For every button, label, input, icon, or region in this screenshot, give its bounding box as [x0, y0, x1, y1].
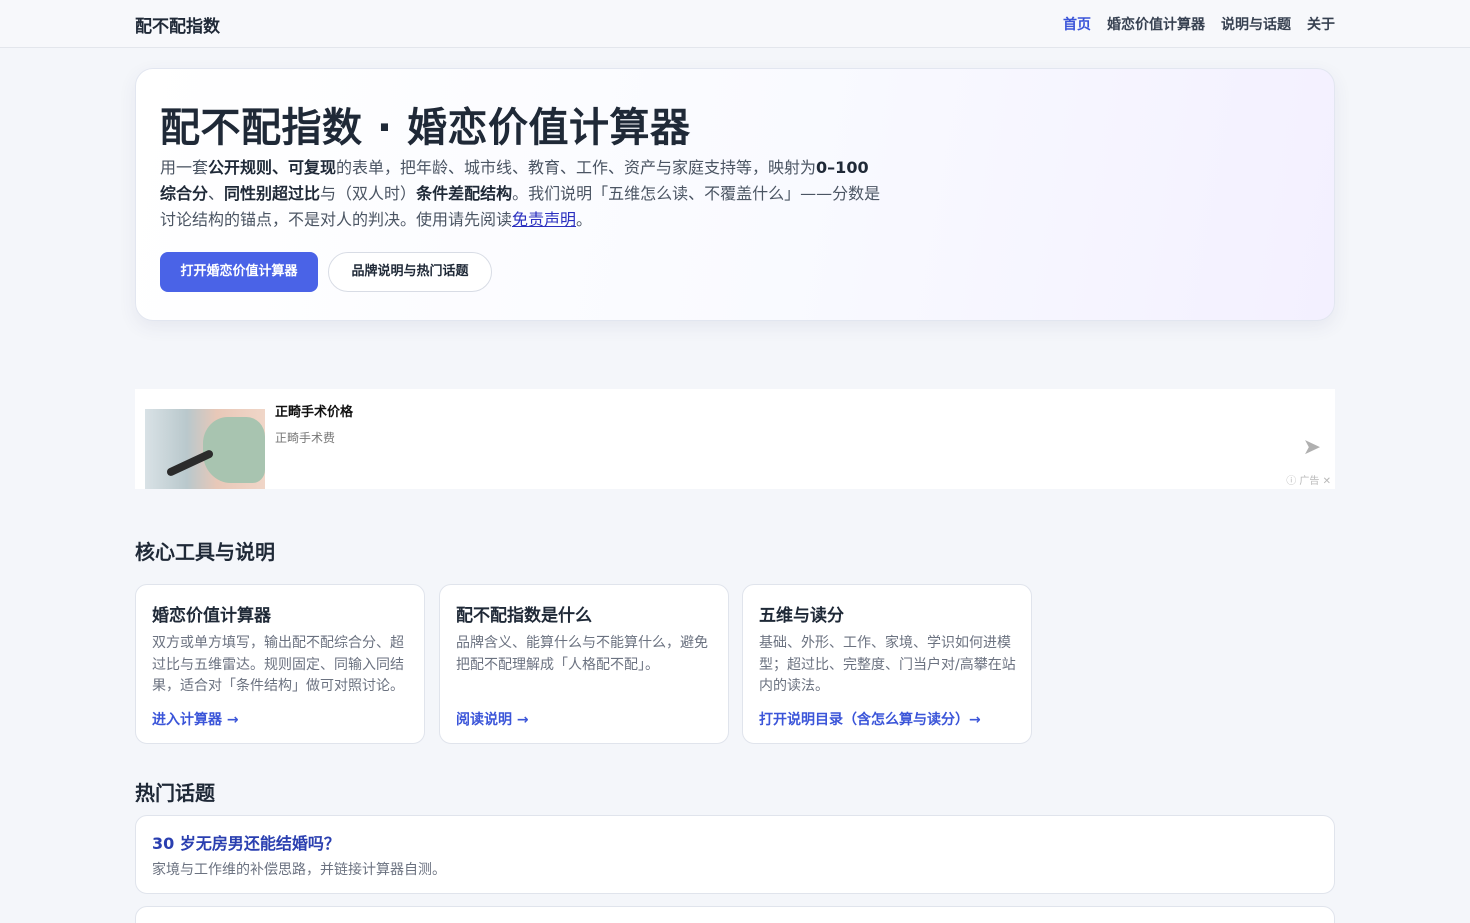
read-docs-link[interactable]: 阅读说明 → [456, 709, 529, 729]
ad-image-glove [203, 417, 265, 483]
disclaimer-link[interactable]: 免责声明 [512, 210, 576, 229]
ad-subtitle: 正畸手术费 [275, 431, 336, 445]
card-description: 双方或单方填写，输出配不配综合分、超过比与五维雷达。规则固定、同输入同结果，适合… [152, 635, 404, 694]
nav-home[interactable]: 首页 [1063, 14, 1091, 34]
ad-label: ⓘ 广告 ✕ [1286, 472, 1331, 487]
card-description: 基础、外形、工作、家境、学识如何进模型；超过比、完整度、门当户对/高攀在站内的读… [759, 635, 1016, 694]
enter-calculator-link[interactable]: 进入计算器 → [152, 709, 239, 729]
card-title: 五维与读分 [759, 606, 844, 626]
card-title: 配不配指数是什么 [456, 606, 592, 626]
nav-docs-topics[interactable]: 说明与话题 [1221, 14, 1291, 34]
ad-close-icon[interactable]: ✕ [1323, 476, 1331, 487]
topic-description: 家境与工作维的补偿思路，并链接计算器自测。 [152, 862, 446, 878]
nav-about[interactable]: 关于 [1307, 14, 1335, 34]
hero-desc-text-3: 、 [208, 184, 225, 203]
page-title: 配不配指数 · 婚恋价值计算器 [160, 105, 691, 151]
topics-section-title: 热门话题 [135, 781, 215, 805]
ad-title[interactable]: 正畸手术价格 [275, 401, 353, 420]
ad-banner[interactable]: 正畸手术价格 正畸手术费 ➤ ⓘ 广告 ✕ [135, 389, 1335, 489]
topic-title[interactable]: 30 岁无房男还能结婚吗？ [152, 830, 340, 854]
hero-desc-bold-3: 同性别超过比 [224, 184, 321, 203]
card-description: 品牌含义、能算什么与不能算什么，避免把配不配理解成「人格配不配」。 [456, 635, 708, 673]
card-about-index[interactable]: 配不配指数是什么 品牌含义、能算什么与不能算什么，避免把配不配理解成「人格配不配… [439, 584, 729, 744]
brand-logo[interactable]: 配不配指数 [135, 12, 220, 37]
hero-desc-text-4: 与（双人时） [320, 184, 417, 203]
nav-calculator[interactable]: 婚恋价值计算器 [1107, 14, 1205, 34]
topic-item[interactable]: 30 岁无房男还能结婚吗？ 家境与工作维的补偿思路，并链接计算器自测。 [135, 815, 1335, 894]
hero-desc-text-6: 。 [576, 210, 593, 229]
core-section-title: 核心工具与说明 [135, 540, 275, 564]
card-calculator[interactable]: 婚恋价值计算器 双方或单方填写，输出配不配综合分、超过比与五维雷达。规则固定、同… [135, 584, 425, 744]
main-nav: 首页 婚恋价值计算器 说明与话题 关于 [1063, 14, 1335, 34]
brand-topics-button[interactable]: 品牌说明与热门话题 [328, 252, 492, 292]
top-navbar: 配不配指数 首页 婚恋价值计算器 说明与话题 关于 [0, 0, 1470, 48]
ad-arrow-icon[interactable]: ➤ [1303, 435, 1321, 460]
hero-desc-bold-4: 条件差配结构 [416, 184, 513, 203]
ad-image[interactable] [145, 409, 265, 489]
hero-desc-text-2: 的表单，把年龄、城市线、教育、工作、资产与家庭支持等，映射为 [336, 158, 817, 177]
card-title: 婚恋价值计算器 [152, 606, 271, 626]
card-five-dimensions[interactable]: 五维与读分 基础、外形、工作、家境、学识如何进模型；超过比、完整度、门当户对/高… [742, 584, 1032, 744]
hero-desc-text-1: 用一套 [160, 158, 209, 177]
ad-info-icon[interactable]: ⓘ [1286, 476, 1296, 487]
hero-description: 用一套公开规则、可复现的表单，把年龄、城市线、教育、工作、资产与家庭支持等，映射… [160, 155, 890, 233]
hero-panel: 配不配指数 · 婚恋价值计算器 用一套公开规则、可复现的表单，把年龄、城市线、教… [135, 68, 1335, 321]
topic-item-partial[interactable] [135, 906, 1335, 923]
open-docs-index-link[interactable]: 打开说明目录（含怎么算与读分）→ [759, 709, 981, 729]
hero-desc-bold-1: 公开规则、可复现 [208, 158, 337, 177]
ad-label-text: 广告 [1299, 476, 1320, 487]
open-calculator-button[interactable]: 打开婚恋价值计算器 [160, 252, 318, 292]
